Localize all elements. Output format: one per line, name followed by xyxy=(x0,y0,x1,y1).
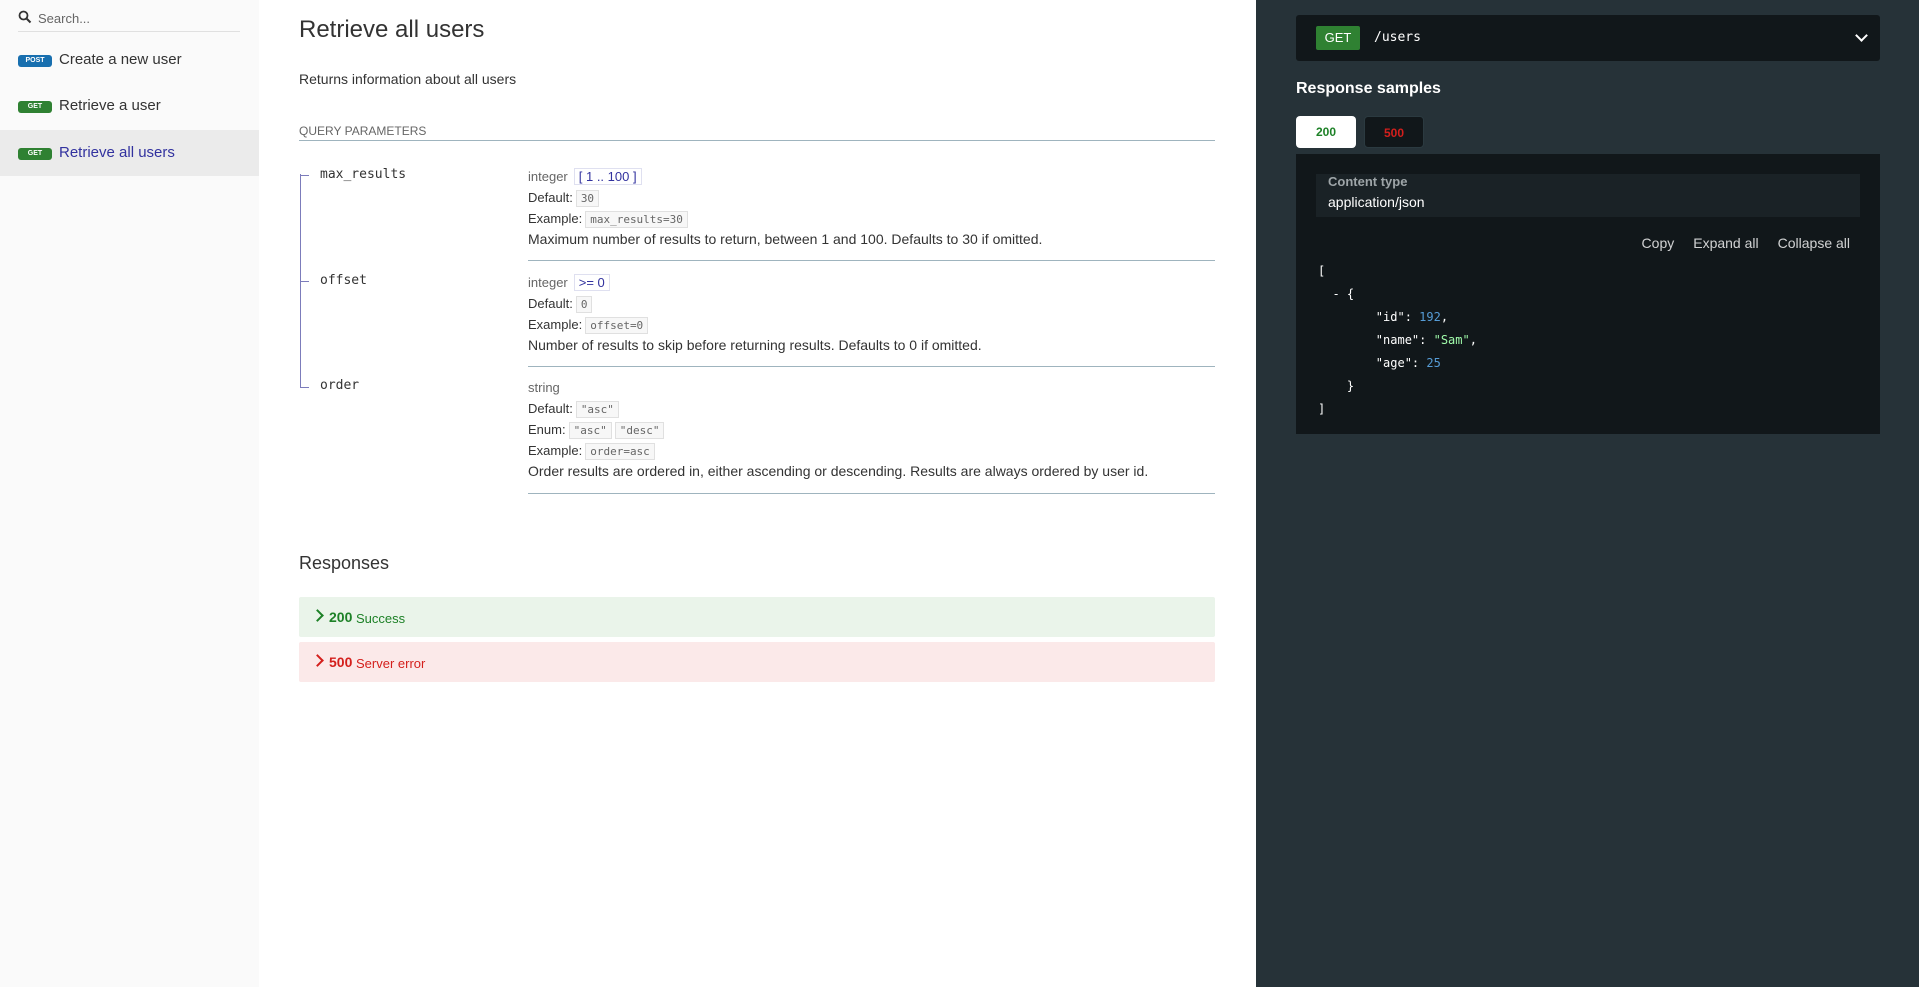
json-age-value: 25 xyxy=(1426,356,1441,370)
json-id-value: 192 xyxy=(1419,310,1441,324)
default-label: Default: xyxy=(528,190,573,205)
param-tree-branch xyxy=(300,175,309,176)
param-details-max-results: integer [ 1 .. 100 ] Default: 30 Example: m… xyxy=(528,166,1215,250)
json-name-value: "Sam" xyxy=(1433,333,1470,347)
response-code: 200 xyxy=(329,609,353,625)
enum-value: "desc" xyxy=(614,422,665,439)
param-default: 30 xyxy=(575,190,600,207)
endpoint-dropdown[interactable]: GET /users xyxy=(1296,15,1880,61)
param-type: integer xyxy=(528,169,568,184)
divider xyxy=(528,260,1215,261)
param-description: Maximum number of results to return, bet… xyxy=(528,231,1043,247)
param-name-order: order xyxy=(320,378,360,393)
divider xyxy=(528,366,1215,367)
divider xyxy=(528,493,1215,494)
method-badge-post: POST xyxy=(18,55,52,67)
response-sample-box: Content type application/json Copy Expand… xyxy=(1296,154,1880,434)
chevron-right-icon xyxy=(311,654,324,667)
content-type-value: application/json xyxy=(1328,194,1425,210)
param-name-max-results: max_results xyxy=(320,167,407,182)
main-content: Retrieve all users Returns information a… xyxy=(259,0,1256,987)
query-parameters-heading: QUERY PARAMETERS xyxy=(299,124,427,138)
response-500[interactable]: 500 Server error xyxy=(299,642,1215,682)
response-description: Server error xyxy=(356,656,426,671)
tab-500[interactable]: 500 xyxy=(1364,116,1424,148)
param-description: Number of results to skip before returni… xyxy=(528,337,982,353)
param-default: 0 xyxy=(575,296,593,313)
param-tree-branch xyxy=(300,387,309,388)
sample-actions: Copy Expand all Collapse all xyxy=(1623,235,1850,251)
expand-all-button[interactable]: Expand all xyxy=(1693,235,1758,251)
content-type-label: Content type xyxy=(1328,174,1408,189)
param-example: max_results=30 xyxy=(585,211,688,228)
param-name-offset: offset xyxy=(320,273,367,288)
content-type-selector[interactable]: Content type application/json xyxy=(1316,174,1860,217)
example-label: Example: xyxy=(528,317,583,332)
method-badge-get: GET xyxy=(1316,26,1360,50)
param-tree-branch xyxy=(300,281,309,282)
divider xyxy=(299,140,1215,141)
search-bar[interactable]: Search... xyxy=(18,6,240,32)
response-description: Success xyxy=(356,611,406,626)
param-details-order: string Default: "asc" Enum: "asc" "desc" Ex… xyxy=(528,377,1215,482)
param-constraint: >= 0 xyxy=(573,274,610,291)
response-samples-heading: Response samples xyxy=(1296,80,1441,97)
method-badge-get: GET xyxy=(18,101,52,113)
enum-value: "asc" xyxy=(568,422,612,439)
search-input[interactable]: Search... xyxy=(38,11,90,26)
sidebar: Search... POST Create a new user GET Ret… xyxy=(0,0,259,987)
method-badge-get: GET xyxy=(18,148,52,160)
responses-heading: Responses xyxy=(299,553,390,573)
page-title: Retrieve all users xyxy=(299,16,485,43)
example-label: Example: xyxy=(528,443,583,458)
sidebar-item-retrieve-all-users[interactable]: GET Retrieve all users xyxy=(0,130,259,176)
samples-panel: GET /users Response samples 200 500 Cont… xyxy=(1256,0,1919,987)
default-label: Default: xyxy=(528,401,573,416)
response-200[interactable]: 200 Success xyxy=(299,597,1215,637)
endpoint-path: /users xyxy=(1374,30,1421,45)
search-icon xyxy=(18,10,32,24)
param-type: string xyxy=(528,380,560,395)
param-type: integer xyxy=(528,275,568,290)
param-description: Order results are ordered in, either asc… xyxy=(528,463,1149,479)
default-label: Default: xyxy=(528,296,573,311)
copy-button[interactable]: Copy xyxy=(1642,235,1675,251)
example-label: Example: xyxy=(528,211,583,226)
enum-label: Enum: xyxy=(528,422,566,437)
chevron-right-icon xyxy=(311,609,324,622)
operation-description: Returns information about all users xyxy=(299,71,517,87)
tab-200[interactable]: 200 xyxy=(1296,116,1356,148)
param-constraint: [ 1 .. 100 ] xyxy=(573,168,642,185)
param-details-offset: integer >= 0 Default: 0 Example: offset=0 N… xyxy=(528,272,1215,356)
sidebar-item-label: Retrieve a user xyxy=(59,97,161,114)
chevron-down-icon xyxy=(1855,29,1868,42)
param-example: offset=0 xyxy=(585,317,649,334)
json-sample: [ - { "id": 192, "name": "Sam", "age": 2… xyxy=(1318,264,1477,416)
collapse-toggle[interactable]: - xyxy=(1332,287,1339,301)
sidebar-item-retrieve-user[interactable]: GET Retrieve a user xyxy=(0,83,259,129)
param-default: "asc" xyxy=(575,401,619,418)
collapse-all-button[interactable]: Collapse all xyxy=(1778,235,1850,251)
sidebar-item-label: Retrieve all users xyxy=(59,144,175,161)
response-code: 500 xyxy=(329,654,353,670)
param-example: order=asc xyxy=(585,443,655,460)
sidebar-item-create-user[interactable]: POST Create a new user xyxy=(0,37,259,83)
sidebar-item-label: Create a new user xyxy=(59,51,182,68)
